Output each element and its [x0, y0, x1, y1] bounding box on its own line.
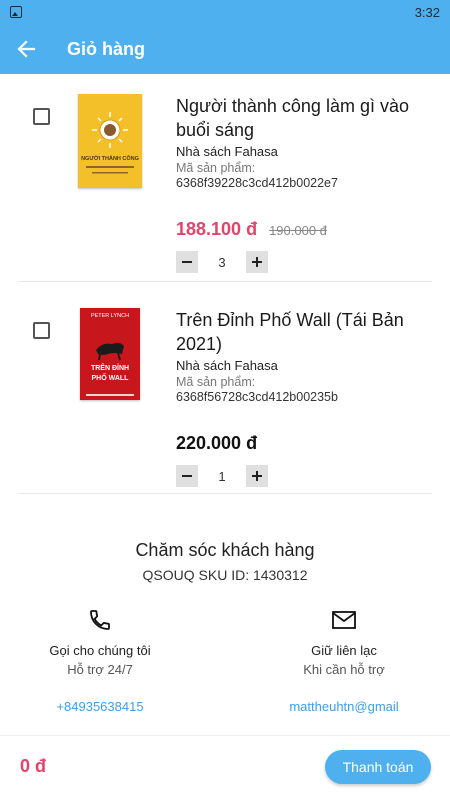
- minus-icon: [182, 475, 192, 477]
- status-bar: 3:32: [0, 0, 450, 24]
- item-price-row: 220.000 đ: [176, 433, 257, 454]
- decrease-quantity-button[interactable]: [176, 251, 198, 273]
- plus-icon: [252, 471, 262, 481]
- footer-divider: [0, 735, 450, 736]
- call-us-block: Gọi cho chúng tôi Hỗ trợ 24/7 +849356384…: [15, 608, 185, 714]
- cart-item: NGƯỜI THÀNH CÔNG Người thành công làm gì…: [18, 74, 432, 282]
- item-old-price: 190.000 đ: [269, 223, 327, 238]
- keep-in-touch-sub: Khi cần hỗ trợ: [303, 662, 385, 677]
- item-title: Trên Đỉnh Phố Wall (Tái Bản 2021): [176, 310, 404, 354]
- checkout-button[interactable]: Thanh toán: [325, 750, 431, 784]
- item-checkbox[interactable]: [33, 322, 50, 339]
- decrease-quantity-button[interactable]: [176, 465, 198, 487]
- item-sku: 6368f39228c3cd412b0022e7: [176, 176, 338, 190]
- book-cover-title-line-1: TRÊN ĐỈNH: [90, 365, 130, 372]
- item-info: Người thành công làm gì vào buổi sáng Nh…: [176, 94, 416, 190]
- email-link[interactable]: mattheuhtn@gmail: [259, 699, 429, 714]
- cart-total: 0 đ: [20, 756, 47, 776]
- plus-icon: [252, 257, 262, 267]
- customer-care-section: Chăm sóc khách hàng QSOUQ SKU ID: 143031…: [0, 540, 450, 583]
- keep-in-touch-label: Giữ liên lạc: [311, 643, 377, 658]
- increase-quantity-button[interactable]: [246, 251, 268, 273]
- book-cover-author: PETER LYNCH: [90, 313, 130, 319]
- phone-link[interactable]: +84935638415: [15, 699, 185, 714]
- app-bar: Giỏ hàng: [0, 24, 450, 74]
- phone-icon: [90, 610, 110, 630]
- support-sku-id: QSOUQ SKU ID: 1430312: [142, 567, 308, 583]
- call-us-label: Gọi cho chúng tôi: [49, 643, 151, 658]
- quantity-stepper: 3: [176, 251, 268, 273]
- cart-screen: 3:32 Giỏ hàng NGƯỜI THÀNH CÔNG Người thà…: [0, 0, 450, 800]
- book-cover-title: NGƯỜI THÀNH CÔNG: [81, 156, 139, 162]
- arrow-left-icon: [17, 40, 36, 58]
- item-info: Trên Đỉnh Phố Wall (Tái Bản 2021) Nhà sá…: [176, 308, 416, 404]
- item-sku-label: Mã sản phẩm:: [176, 161, 256, 175]
- item-sku-label: Mã sản phẩm:: [176, 375, 256, 389]
- page-title: Giỏ hàng: [67, 38, 145, 59]
- cart-item: PETER LYNCH TRÊN ĐỈNH PHỐ WALL Trên Đỉnh…: [18, 282, 432, 494]
- status-time: 3:32: [414, 4, 440, 20]
- customer-care-title: Chăm sóc khách hàng: [135, 540, 315, 560]
- quantity-stepper: 1: [176, 465, 268, 487]
- mail-icon: [332, 611, 356, 629]
- call-us-sub: Hỗ trợ 24/7: [67, 662, 133, 677]
- quantity-value[interactable]: 3: [198, 255, 246, 270]
- back-button[interactable]: [0, 24, 52, 74]
- increase-quantity-button[interactable]: [246, 465, 268, 487]
- item-price-row: 188.100 đ 190.000 đ: [176, 219, 327, 240]
- item-price: 220.000 đ: [176, 433, 258, 453]
- image-notification-icon: [10, 6, 22, 18]
- item-checkbox[interactable]: [33, 108, 50, 125]
- minus-icon: [182, 261, 192, 263]
- quantity-value[interactable]: 1: [198, 469, 246, 484]
- item-seller: Nhà sách Fahasa: [176, 144, 278, 159]
- item-price: 188.100 đ: [176, 219, 258, 239]
- item-title: Người thành công làm gì vào buổi sáng: [176, 96, 409, 140]
- item-seller: Nhà sách Fahasa: [176, 358, 278, 373]
- book-cover-image: PETER LYNCH TRÊN ĐỈNH PHỐ WALL: [80, 308, 140, 400]
- book-cover-image: NGƯỜI THÀNH CÔNG: [78, 94, 142, 188]
- book-cover-title-line-2: PHỐ WALL: [91, 375, 129, 382]
- keep-in-touch-block: Giữ liên lạc Khi cần hỗ trợ mattheuhtn@g…: [259, 608, 429, 714]
- item-sku: 6368f56728c3cd412b00235b: [176, 390, 338, 404]
